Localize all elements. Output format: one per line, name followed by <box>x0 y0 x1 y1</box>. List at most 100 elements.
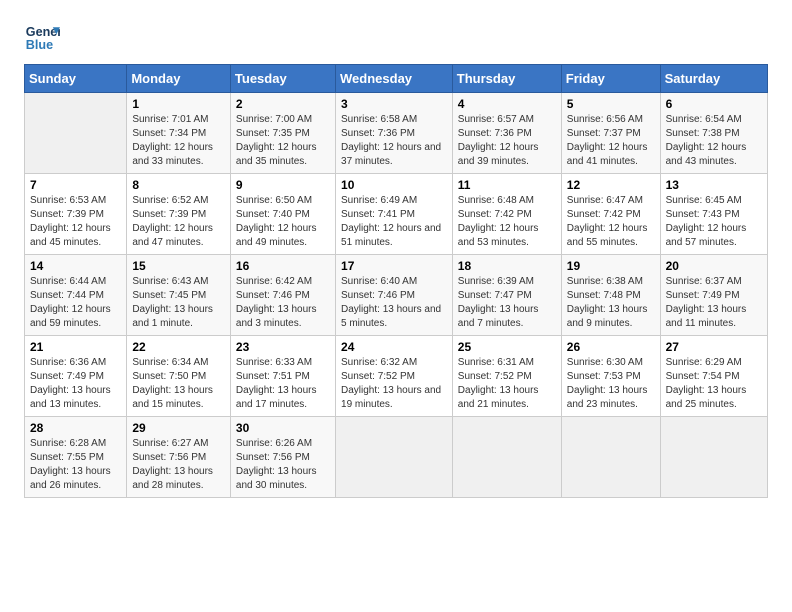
day-cell: 12 Sunrise: 6:47 AMSunset: 7:42 PMDaylig… <box>561 174 660 255</box>
day-number: 20 <box>666 259 762 273</box>
day-info: Sunrise: 6:34 AMSunset: 7:50 PMDaylight:… <box>132 356 225 412</box>
day-info: Sunrise: 6:31 AMSunset: 7:52 PMDaylight:… <box>458 356 556 412</box>
day-cell: 25 Sunrise: 6:31 AMSunset: 7:52 PMDaylig… <box>452 336 561 417</box>
day-cell: 2 Sunrise: 7:00 AMSunset: 7:35 PMDayligh… <box>230 93 335 174</box>
day-cell: 19 Sunrise: 6:38 AMSunset: 7:48 PMDaylig… <box>561 255 660 336</box>
day-number: 23 <box>236 340 330 354</box>
day-number: 28 <box>30 421 121 435</box>
day-cell: 5 Sunrise: 6:56 AMSunset: 7:37 PMDayligh… <box>561 93 660 174</box>
day-cell: 4 Sunrise: 6:57 AMSunset: 7:36 PMDayligh… <box>452 93 561 174</box>
header-cell-thursday: Thursday <box>452 65 561 93</box>
day-cell: 3 Sunrise: 6:58 AMSunset: 7:36 PMDayligh… <box>336 93 453 174</box>
day-number: 13 <box>666 178 762 192</box>
day-cell: 18 Sunrise: 6:39 AMSunset: 7:47 PMDaylig… <box>452 255 561 336</box>
day-cell <box>561 417 660 498</box>
day-number: 10 <box>341 178 447 192</box>
day-cell <box>336 417 453 498</box>
header-row: SundayMondayTuesdayWednesdayThursdayFrid… <box>25 65 768 93</box>
day-info: Sunrise: 6:52 AMSunset: 7:39 PMDaylight:… <box>132 194 225 250</box>
header-cell-tuesday: Tuesday <box>230 65 335 93</box>
calendar-header: SundayMondayTuesdayWednesdayThursdayFrid… <box>25 65 768 93</box>
day-info: Sunrise: 6:45 AMSunset: 7:43 PMDaylight:… <box>666 194 762 250</box>
day-cell: 24 Sunrise: 6:32 AMSunset: 7:52 PMDaylig… <box>336 336 453 417</box>
day-number: 24 <box>341 340 447 354</box>
day-number: 8 <box>132 178 225 192</box>
day-number: 9 <box>236 178 330 192</box>
day-cell: 27 Sunrise: 6:29 AMSunset: 7:54 PMDaylig… <box>660 336 767 417</box>
day-info: Sunrise: 6:48 AMSunset: 7:42 PMDaylight:… <box>458 194 556 250</box>
day-info: Sunrise: 6:49 AMSunset: 7:41 PMDaylight:… <box>341 194 447 250</box>
day-cell: 15 Sunrise: 6:43 AMSunset: 7:45 PMDaylig… <box>127 255 231 336</box>
day-info: Sunrise: 7:00 AMSunset: 7:35 PMDaylight:… <box>236 113 330 169</box>
day-number: 7 <box>30 178 121 192</box>
week-row-4: 21 Sunrise: 6:36 AMSunset: 7:49 PMDaylig… <box>25 336 768 417</box>
day-cell: 17 Sunrise: 6:40 AMSunset: 7:46 PMDaylig… <box>336 255 453 336</box>
calendar-body: 1 Sunrise: 7:01 AMSunset: 7:34 PMDayligh… <box>25 93 768 498</box>
day-cell <box>25 93 127 174</box>
day-info: Sunrise: 6:47 AMSunset: 7:42 PMDaylight:… <box>567 194 655 250</box>
day-number: 1 <box>132 97 225 111</box>
day-number: 11 <box>458 178 556 192</box>
day-number: 21 <box>30 340 121 354</box>
day-info: Sunrise: 6:54 AMSunset: 7:38 PMDaylight:… <box>666 113 762 169</box>
day-number: 22 <box>132 340 225 354</box>
day-info: Sunrise: 6:29 AMSunset: 7:54 PMDaylight:… <box>666 356 762 412</box>
day-cell: 30 Sunrise: 6:26 AMSunset: 7:56 PMDaylig… <box>230 417 335 498</box>
day-cell: 11 Sunrise: 6:48 AMSunset: 7:42 PMDaylig… <box>452 174 561 255</box>
day-info: Sunrise: 6:26 AMSunset: 7:56 PMDaylight:… <box>236 437 330 493</box>
day-number: 25 <box>458 340 556 354</box>
day-cell: 6 Sunrise: 6:54 AMSunset: 7:38 PMDayligh… <box>660 93 767 174</box>
week-row-2: 7 Sunrise: 6:53 AMSunset: 7:39 PMDayligh… <box>25 174 768 255</box>
day-cell: 13 Sunrise: 6:45 AMSunset: 7:43 PMDaylig… <box>660 174 767 255</box>
day-number: 5 <box>567 97 655 111</box>
day-cell: 21 Sunrise: 6:36 AMSunset: 7:49 PMDaylig… <box>25 336 127 417</box>
day-info: Sunrise: 6:32 AMSunset: 7:52 PMDaylight:… <box>341 356 447 412</box>
day-number: 30 <box>236 421 330 435</box>
day-info: Sunrise: 6:37 AMSunset: 7:49 PMDaylight:… <box>666 275 762 331</box>
day-number: 16 <box>236 259 330 273</box>
day-number: 12 <box>567 178 655 192</box>
day-info: Sunrise: 7:01 AMSunset: 7:34 PMDaylight:… <box>132 113 225 169</box>
day-number: 3 <box>341 97 447 111</box>
day-info: Sunrise: 6:53 AMSunset: 7:39 PMDaylight:… <box>30 194 121 250</box>
calendar-table: SundayMondayTuesdayWednesdayThursdayFrid… <box>24 64 768 498</box>
day-info: Sunrise: 6:38 AMSunset: 7:48 PMDaylight:… <box>567 275 655 331</box>
day-cell: 8 Sunrise: 6:52 AMSunset: 7:39 PMDayligh… <box>127 174 231 255</box>
header-cell-friday: Friday <box>561 65 660 93</box>
day-info: Sunrise: 6:36 AMSunset: 7:49 PMDaylight:… <box>30 356 121 412</box>
day-number: 19 <box>567 259 655 273</box>
day-cell: 16 Sunrise: 6:42 AMSunset: 7:46 PMDaylig… <box>230 255 335 336</box>
day-number: 2 <box>236 97 330 111</box>
day-number: 6 <box>666 97 762 111</box>
week-row-3: 14 Sunrise: 6:44 AMSunset: 7:44 PMDaylig… <box>25 255 768 336</box>
day-number: 27 <box>666 340 762 354</box>
week-row-5: 28 Sunrise: 6:28 AMSunset: 7:55 PMDaylig… <box>25 417 768 498</box>
week-row-1: 1 Sunrise: 7:01 AMSunset: 7:34 PMDayligh… <box>25 93 768 174</box>
day-info: Sunrise: 6:39 AMSunset: 7:47 PMDaylight:… <box>458 275 556 331</box>
day-info: Sunrise: 6:43 AMSunset: 7:45 PMDaylight:… <box>132 275 225 331</box>
day-info: Sunrise: 6:50 AMSunset: 7:40 PMDaylight:… <box>236 194 330 250</box>
day-info: Sunrise: 6:56 AMSunset: 7:37 PMDaylight:… <box>567 113 655 169</box>
day-info: Sunrise: 6:58 AMSunset: 7:36 PMDaylight:… <box>341 113 447 169</box>
day-cell <box>452 417 561 498</box>
day-cell: 23 Sunrise: 6:33 AMSunset: 7:51 PMDaylig… <box>230 336 335 417</box>
day-info: Sunrise: 6:44 AMSunset: 7:44 PMDaylight:… <box>30 275 121 331</box>
day-cell <box>660 417 767 498</box>
day-cell: 29 Sunrise: 6:27 AMSunset: 7:56 PMDaylig… <box>127 417 231 498</box>
day-number: 14 <box>30 259 121 273</box>
day-cell: 26 Sunrise: 6:30 AMSunset: 7:53 PMDaylig… <box>561 336 660 417</box>
day-number: 17 <box>341 259 447 273</box>
day-info: Sunrise: 6:33 AMSunset: 7:51 PMDaylight:… <box>236 356 330 412</box>
day-cell: 1 Sunrise: 7:01 AMSunset: 7:34 PMDayligh… <box>127 93 231 174</box>
day-number: 29 <box>132 421 225 435</box>
day-info: Sunrise: 6:30 AMSunset: 7:53 PMDaylight:… <box>567 356 655 412</box>
header-cell-wednesday: Wednesday <box>336 65 453 93</box>
day-number: 4 <box>458 97 556 111</box>
day-cell: 7 Sunrise: 6:53 AMSunset: 7:39 PMDayligh… <box>25 174 127 255</box>
page-header: General Blue <box>24 20 768 56</box>
day-cell: 14 Sunrise: 6:44 AMSunset: 7:44 PMDaylig… <box>25 255 127 336</box>
svg-text:Blue: Blue <box>26 38 53 52</box>
day-info: Sunrise: 6:42 AMSunset: 7:46 PMDaylight:… <box>236 275 330 331</box>
day-info: Sunrise: 6:27 AMSunset: 7:56 PMDaylight:… <box>132 437 225 493</box>
logo: General Blue <box>24 20 66 56</box>
